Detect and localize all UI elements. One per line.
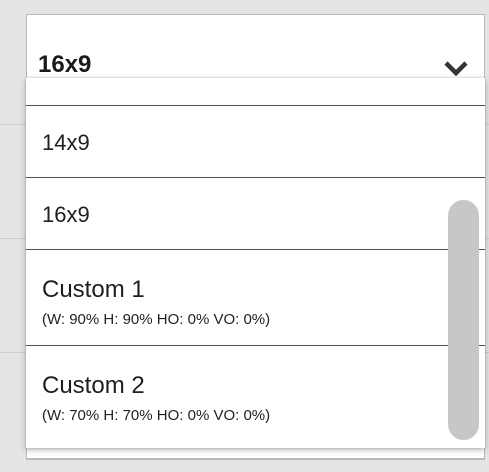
background-divider — [485, 124, 489, 125]
dropdown-menu: 4x3 14x9 16x9 Custom 1 (W: 90% H: 90% HO… — [26, 78, 485, 448]
chevron-down-icon[interactable] — [443, 60, 469, 76]
background-divider — [0, 238, 26, 239]
option-4x3[interactable]: 4x3 — [26, 78, 485, 106]
option-detail: (W: 90% H: 90% HO: 0% VO: 0%) — [42, 311, 271, 328]
option-label: Custom 2 — [42, 372, 145, 399]
option-label: 16x9 — [42, 202, 90, 227]
option-label: Custom 1 — [42, 276, 145, 303]
background-divider — [0, 352, 26, 353]
scrollbar-thumb[interactable] — [448, 200, 479, 440]
option-custom-1[interactable]: Custom 1 (W: 90% H: 90% HO: 0% VO: 0%) — [26, 250, 485, 346]
option-label: 14x9 — [42, 130, 90, 155]
option-16x9[interactable]: 16x9 — [26, 178, 485, 250]
option-label: 4x3 — [42, 78, 77, 82]
option-detail: (W: 70% H: 70% HO: 0% VO: 0%) — [42, 407, 271, 424]
option-14x9[interactable]: 14x9 — [26, 106, 485, 178]
select-bottom-border — [26, 458, 485, 459]
background-divider — [0, 124, 26, 125]
option-list: 4x3 14x9 16x9 Custom 1 (W: 90% H: 90% HO… — [26, 78, 485, 442]
background-divider — [485, 238, 489, 239]
background-divider — [485, 352, 489, 353]
selected-value: 16x9 — [38, 51, 92, 78]
option-custom-2[interactable]: Custom 2 (W: 70% H: 70% HO: 0% VO: 0%) — [26, 346, 485, 442]
